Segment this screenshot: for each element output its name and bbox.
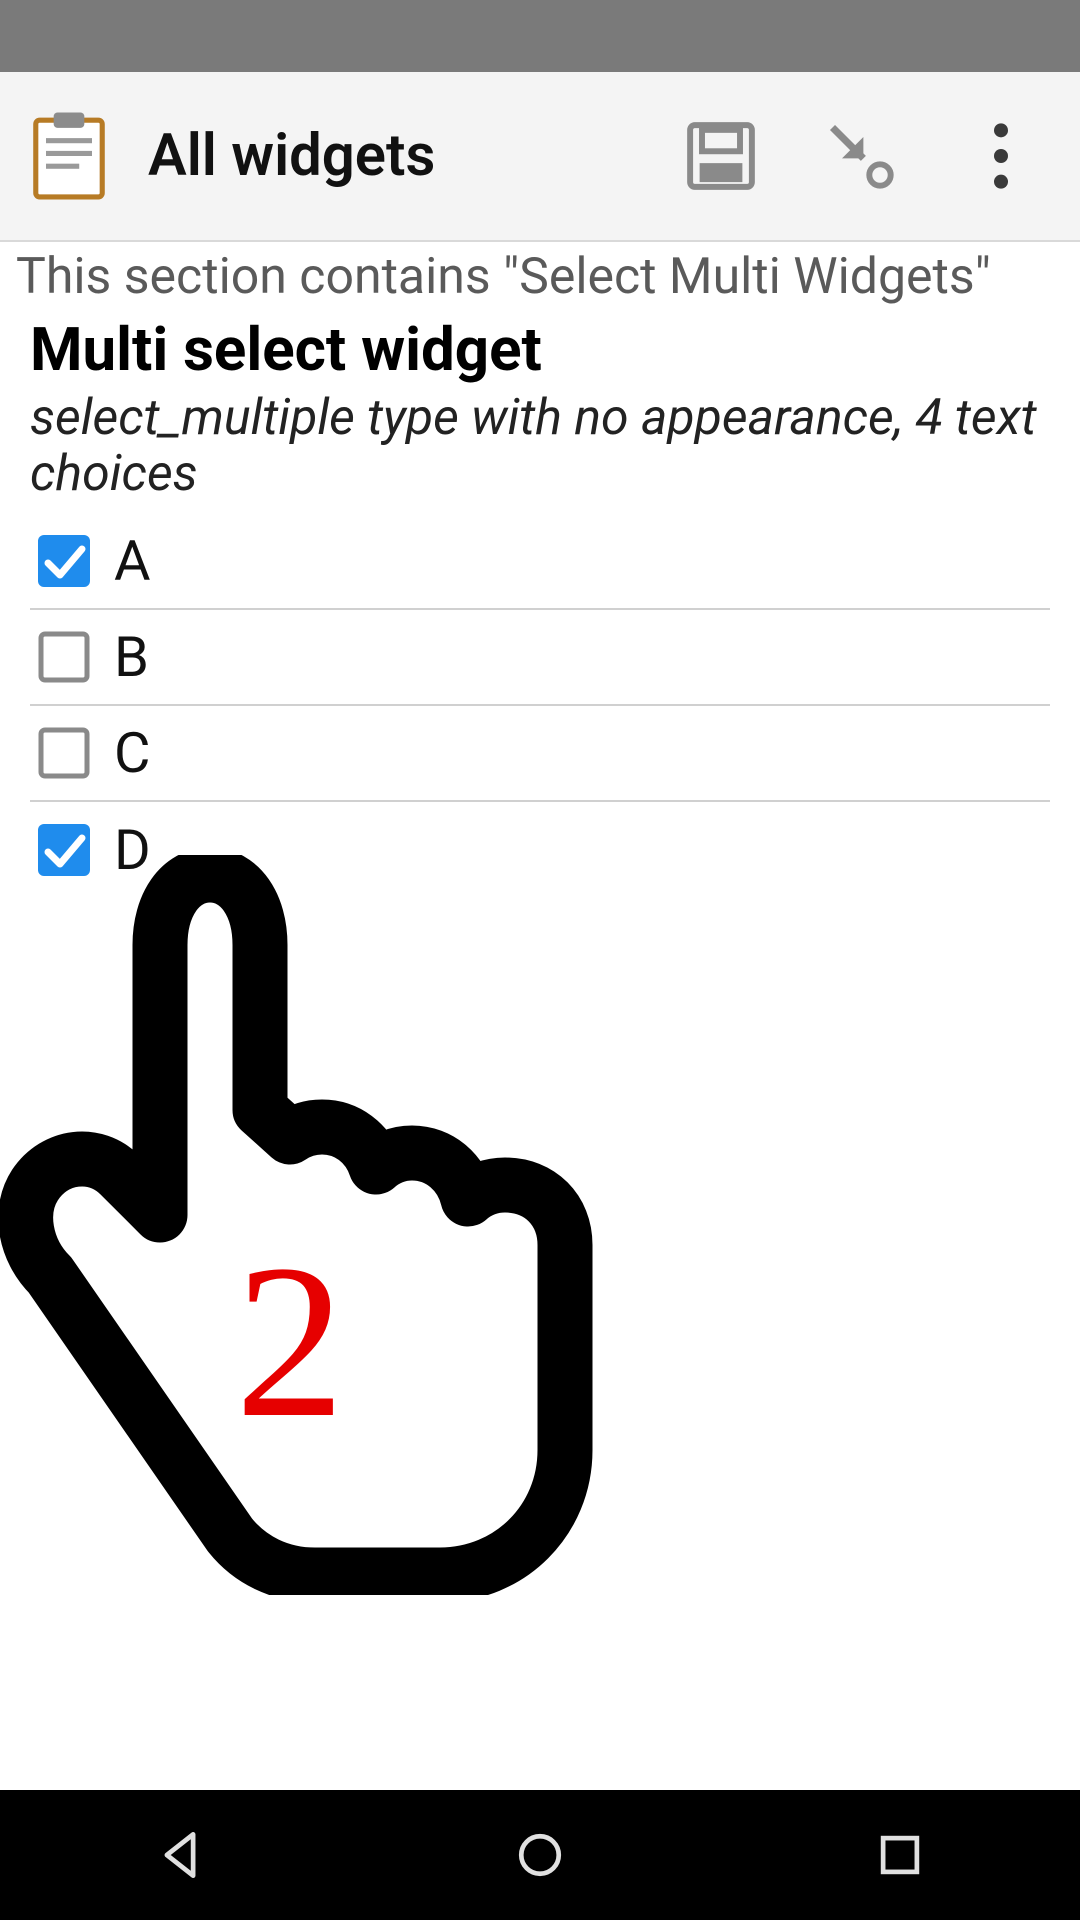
- choice-label: D: [114, 817, 151, 883]
- status-bar: [0, 0, 1080, 72]
- choice-c[interactable]: C: [30, 706, 1050, 802]
- app-header: All widgets: [0, 72, 1080, 242]
- tutorial-pointer-number: 2: [235, 1215, 345, 1468]
- checkbox-checked-icon: [38, 824, 90, 876]
- choice-list: A B C D: [0, 514, 1080, 898]
- page-title: All widgets: [148, 122, 435, 190]
- tutorial-pointer-icon: 2: [0, 855, 600, 1595]
- save-button[interactable]: [666, 101, 776, 211]
- choice-label: C: [114, 720, 150, 786]
- jump-to-button[interactable]: [806, 101, 916, 211]
- back-button[interactable]: [135, 1810, 225, 1900]
- checkbox-unchecked-icon: [38, 727, 90, 779]
- choice-label: A: [114, 528, 151, 594]
- choice-label: B: [114, 624, 149, 690]
- choice-b[interactable]: B: [30, 610, 1050, 706]
- overview-button[interactable]: [855, 1810, 945, 1900]
- section-caption: This section contains "Select Multi Widg…: [0, 242, 1080, 311]
- choice-d[interactable]: D: [30, 802, 1050, 898]
- overflow-menu-button[interactable]: [946, 101, 1056, 211]
- choice-a[interactable]: A: [30, 514, 1050, 610]
- home-button[interactable]: [495, 1810, 585, 1900]
- question-title: Multi select widget: [0, 311, 1080, 386]
- question-hint: select_multiple type with no appearance,…: [0, 386, 1080, 514]
- checkbox-unchecked-icon: [38, 631, 90, 683]
- checkbox-checked-icon: [38, 535, 90, 587]
- clipboard-icon[interactable]: [24, 106, 114, 206]
- system-nav-bar: [0, 1790, 1080, 1920]
